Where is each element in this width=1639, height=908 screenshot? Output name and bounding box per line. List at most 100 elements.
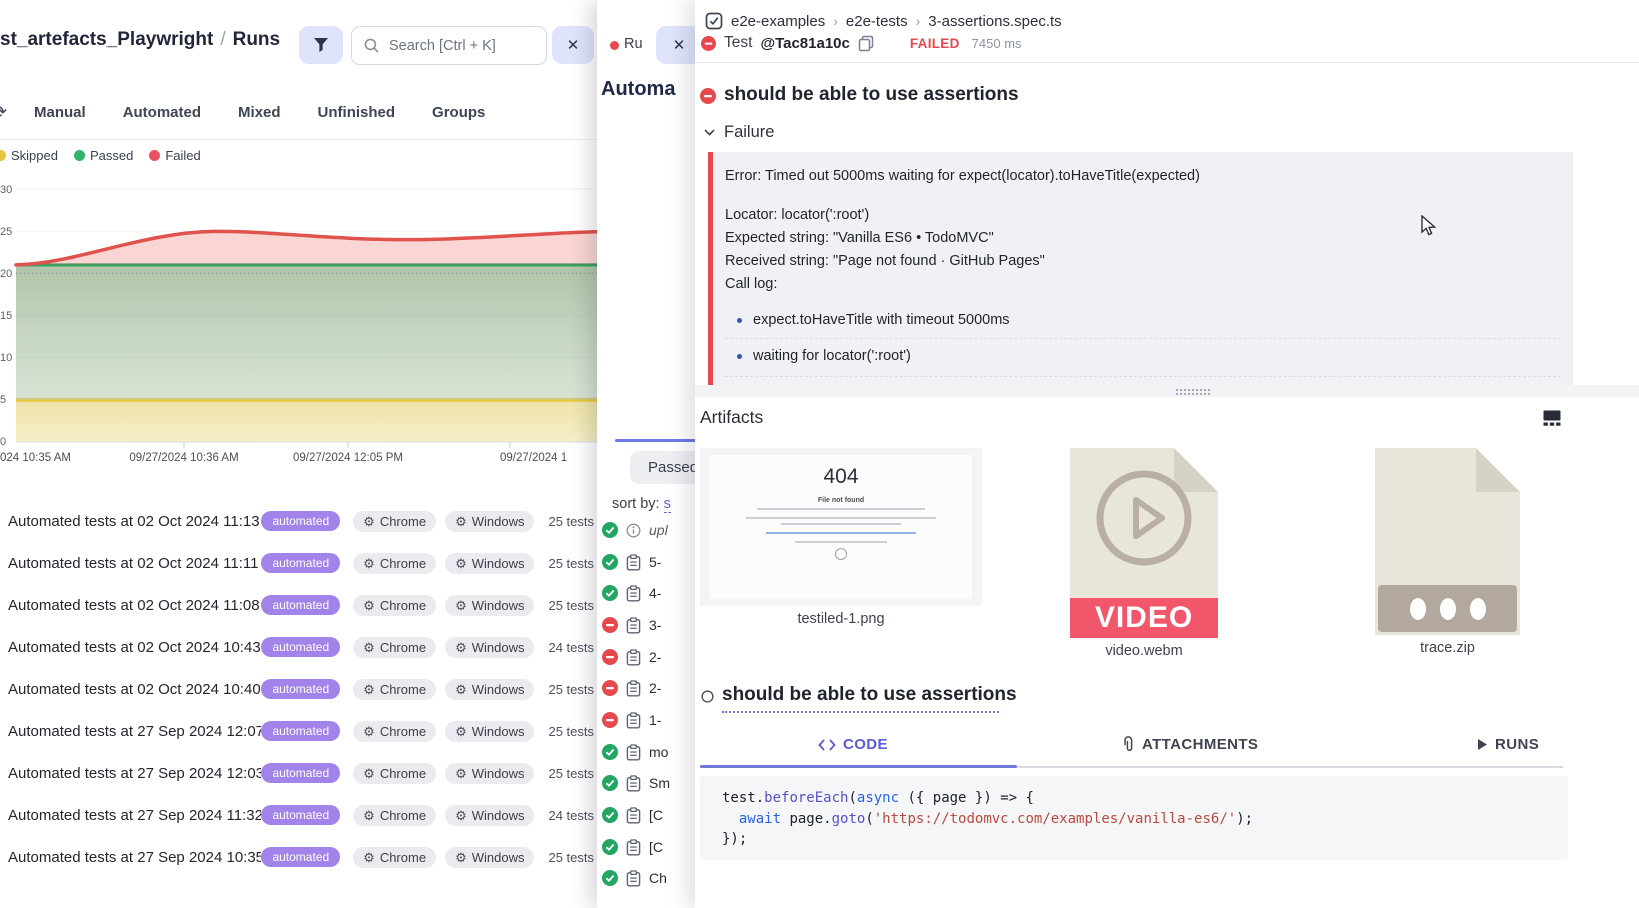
filter-button[interactable] [299,26,343,64]
run-title[interactable]: Automated tests at 02 Oct 2024 11:13 [8,513,261,530]
spec-list-item[interactable]: 4- [602,581,661,605]
run-title[interactable]: Automated tests at 27 Sep 2024 12:03 [8,765,261,782]
run-row[interactable]: Automated tests at 02 Oct 2024 11:11 aut… [8,547,594,579]
gear-icon: ⚙ [363,557,375,570]
artifact-video[interactable]: VIDEO video.webm [1070,448,1218,659]
spec-list-item[interactable]: 5- [602,550,661,574]
passed-status-icon [602,807,618,823]
resize-handle[interactable] [695,385,1639,397]
run-row[interactable]: Automated tests at 02 Oct 2024 10:40 aut… [8,673,594,705]
env-chip-chrome: ⚙Chrome [353,679,436,700]
artifact-filename[interactable]: testiled-1.png [700,611,982,627]
info-icon [626,523,641,538]
spec-list-item[interactable]: upl [602,518,668,542]
page-title: Runs [233,29,281,50]
spec-list-item[interactable]: mo [602,740,668,764]
tab-runs[interactable]: RUNS [1477,736,1539,753]
passed-status-icon [602,775,618,791]
run-detail-drawer: Ru ✕ Automa Passed sort by: s upl 5- 4- [597,0,695,908]
code-snippet: test.beforeEach(async ({ page }) => { aw… [700,776,1568,860]
run-title[interactable]: Automated tests at 02 Oct 2024 10:40 [8,681,261,698]
paperclip-icon [1122,736,1135,753]
spec-list-item[interactable]: Ch [602,866,667,890]
artifact-trace[interactable]: trace.zip [1375,448,1520,656]
code-icon [818,739,836,751]
thumb-text-bar [781,523,901,525]
spec-label: 5- [649,554,661,570]
gear-icon: ⚙ [455,515,467,528]
spec-list-item[interactable]: [C [602,803,663,827]
failure-section-toggle[interactable]: Failure [704,123,774,142]
spec-list-item[interactable]: 3- [602,613,661,637]
svg-text:09/27/2024 12:05 PM: 09/27/2024 12:05 PM [293,452,403,464]
legend-skipped[interactable]: Skipped [0,148,58,163]
tab-mixed[interactable]: Mixed [238,104,281,121]
artifact-filename[interactable]: trace.zip [1375,640,1520,656]
passed-status-icon [602,870,618,886]
tests-count: 25 tests [548,556,594,571]
run-title[interactable]: Automated tests at 27 Sep 2024 11:32 [8,807,261,824]
close-runs-drawer-button[interactable]: ✕ [552,26,594,64]
test-title-row-2: should be able to use assertions [701,684,1017,706]
spec-list-item[interactable]: 2- [602,645,661,669]
github-logo-icon [835,548,847,560]
run-title[interactable]: Automated tests at 27 Sep 2024 10:35 [8,849,261,866]
run-title[interactable]: Automated tests at 27 Sep 2024 12:07 [8,723,261,740]
tab-groups[interactable]: Groups [432,104,485,121]
screenshot-thumbnail[interactable]: 404 File not found [700,448,982,606]
gallery-icon [1543,410,1561,426]
spec-list-item[interactable]: [C [602,835,663,859]
project-title[interactable]: st_artefacts_Playwright [0,29,213,50]
gallery-view-toggle[interactable] [1543,410,1561,426]
run-row[interactable]: Automated tests at 02 Oct 2024 11:13 aut… [8,505,594,537]
spec-label: Ch [649,870,667,886]
run-row[interactable]: Automated tests at 02 Oct 2024 11:08 aut… [8,589,594,621]
tab-manual[interactable]: Manual [34,104,86,121]
legend-passed[interactable]: Passed [74,148,133,163]
run-title[interactable]: Automated tests at 02 Oct 2024 10:43 [8,639,261,656]
refresh-icon[interactable]: ⟳ [0,102,7,123]
skipped-dot-icon [0,150,6,161]
test-title-row: should be able to use assertions [700,84,1019,106]
run-row[interactable]: Automated tests at 27 Sep 2024 12:03 aut… [8,757,594,789]
run-row[interactable]: Automated tests at 27 Sep 2024 12:07 aut… [8,715,594,747]
env-chip-windows: ⚙Windows [445,721,534,742]
spec-list-item[interactable]: 2- [602,676,661,700]
clipboard-icon [626,807,641,824]
env-chip-windows: ⚙Windows [445,511,534,532]
chart-legend: Skipped Passed Failed [0,148,201,163]
dotted-underline [722,711,999,713]
run-row[interactable]: Automated tests at 02 Oct 2024 10:43 aut… [8,631,594,663]
gear-icon: ⚙ [455,557,467,570]
spec-list-item[interactable]: Sm [602,771,670,795]
failed-status-icon [602,712,618,728]
tab-attachments[interactable]: ATTACHMENTS [1122,736,1258,753]
tab-code[interactable]: CODE [818,736,888,753]
x-axis-labels: 024 10:35 AM 09/27/2024 10:36 AM 09/27/2… [0,452,567,464]
spec-list-item[interactable]: 1- [602,708,661,732]
artifact-screenshot[interactable]: 404 File not found testiled-1.png [700,448,982,627]
breadcrumb-suite[interactable]: e2e-examples [731,13,825,30]
video-file-icon[interactable]: VIDEO [1070,448,1218,638]
search-box[interactable] [351,26,547,65]
copy-icon[interactable] [858,35,874,52]
legend-failed[interactable]: Failed [149,148,200,163]
env-chip-chrome: ⚙Chrome [353,637,436,658]
sort-by-link[interactable]: s [664,496,671,513]
archive-file-icon[interactable] [1375,448,1520,635]
tab-unfinished[interactable]: Unfinished [318,104,396,121]
tab-automated[interactable]: Automated [123,104,201,121]
run-title[interactable]: Automated tests at 02 Oct 2024 11:08 [8,597,261,614]
artifact-filename[interactable]: video.webm [1070,643,1218,659]
run-title[interactable]: Automated tests at 02 Oct 2024 11:11 [8,555,261,572]
error-line: Locator: locator(':root') [725,207,869,223]
run-row[interactable]: Automated tests at 27 Sep 2024 10:35 aut… [8,841,594,873]
svg-text:09/27/2024 10:36 AM: 09/27/2024 10:36 AM [129,452,238,464]
gear-icon: ⚙ [363,809,375,822]
runs-trend-area-chart: 30 25 20 15 10 5 0 024 10:35 AM 09/27/20… [0,184,597,476]
spec-label: 2- [649,649,661,665]
breadcrumb-folder[interactable]: e2e-tests [846,13,908,30]
run-row[interactable]: Automated tests at 27 Sep 2024 11:32 aut… [8,799,594,831]
breadcrumb-spec-file[interactable]: 3-assertions.spec.ts [928,13,1061,30]
search-input[interactable] [387,37,531,55]
